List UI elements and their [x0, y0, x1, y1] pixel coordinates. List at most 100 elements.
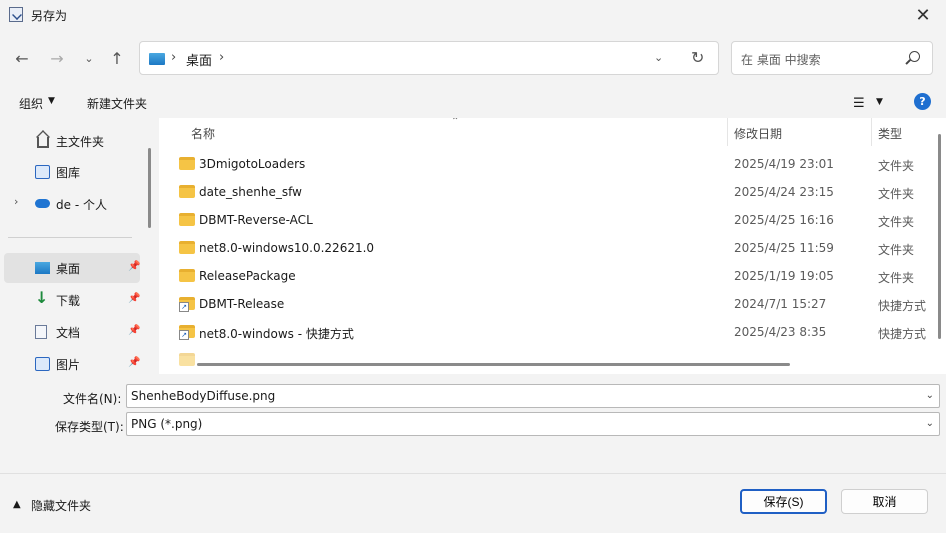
sidebar-item-desktop[interactable]: 桌面 📌: [4, 253, 140, 283]
sidebar-item-label: 文档: [56, 326, 81, 340]
column-header-name[interactable]: 名称: [191, 125, 215, 153]
folder-icon: [179, 241, 195, 254]
pin-icon: 📌: [128, 293, 141, 304]
file-name: date_shenhe_sfw: [199, 185, 302, 199]
file-type: 文件夹: [878, 271, 915, 285]
window-title: 另存为: [31, 9, 68, 23]
filetype-select[interactable]: PNG (*.png) ⌄: [126, 412, 940, 436]
folder-icon: [179, 213, 195, 226]
filetype-value[interactable]: PNG (*.png): [131, 417, 202, 431]
recent-locations-chevron-icon[interactable]: ⌄: [78, 46, 100, 70]
command-toolbar: 组织 ▼ 新建文件夹 ☰ ▼ ?: [0, 86, 946, 118]
sort-arrow-icon: ⌃: [451, 118, 460, 127]
breadcrumb-desktop[interactable]: 桌面: [186, 50, 212, 69]
file-date: 2025/1/19 19:05: [734, 269, 834, 283]
file-row[interactable]: DBMT-Release 2024/7/1 15:27 快捷方式: [159, 290, 946, 318]
breadcrumb-separator[interactable]: ›: [171, 50, 176, 65]
column-divider[interactable]: [727, 118, 728, 146]
refresh-icon[interactable]: ↻: [691, 48, 704, 67]
chevron-down-icon[interactable]: ⌄: [926, 390, 934, 401]
sidebar-item-pictures[interactable]: 图片 📌: [4, 349, 140, 374]
sidebar-item-label: 下载: [56, 294, 81, 308]
close-icon[interactable]: ✕: [900, 0, 946, 30]
filename-label: 文件名(N):: [63, 392, 122, 406]
organize-caret-icon[interactable]: ▼: [48, 96, 55, 106]
folder-icon: [179, 269, 195, 282]
pin-icon: 📌: [128, 325, 141, 336]
pin-icon: 📌: [128, 357, 141, 368]
file-row[interactable]: ReleasePackage 2025/1/19 19:05 文件夹: [159, 262, 946, 290]
expand-chevron-icon[interactable]: ›: [14, 195, 18, 208]
file-row[interactable]: net8.0-windows - 快捷方式 2025/4/23 8:35 快捷方…: [159, 318, 946, 346]
file-row[interactable]: net8.0-windows10.0.22621.0 2025/4/25 11:…: [159, 234, 946, 262]
vertical-scrollbar[interactable]: [938, 134, 941, 339]
save-form: 文件名(N): ShenheBodyDiffuse.png ⌄ 保存类型(T):…: [0, 374, 946, 533]
file-date: 2025/4/25 16:16: [734, 213, 834, 227]
view-options-icon[interactable]: ☰: [853, 96, 865, 111]
file-type: 快捷方式: [878, 299, 927, 313]
file-date: 2025/4/19 23:01: [734, 157, 834, 171]
search-icon[interactable]: [909, 51, 920, 62]
pictures-icon: [35, 357, 50, 371]
filename-combobox[interactable]: ShenheBodyDiffuse.png ⌄: [126, 384, 940, 408]
filetype-label: 保存类型(T):: [55, 420, 124, 434]
folder-icon: [179, 185, 195, 198]
file-type: 文件夹: [878, 159, 915, 173]
column-header-type[interactable]: 类型: [878, 125, 902, 153]
file-date: 2025/4/24 23:15: [734, 185, 834, 199]
navigation-pane: 主文件夹 图库 › de - 个人 桌面 📌 ↓ 下载 📌 文档 📌 图片 📌: [0, 118, 155, 374]
address-bar[interactable]: › 桌面 › ⌄ ↻: [139, 41, 719, 75]
forward-arrow-icon[interactable]: →: [46, 46, 68, 70]
help-icon[interactable]: ?: [914, 93, 931, 110]
file-name: net8.0-windows10.0.22621.0: [199, 241, 375, 255]
file-type: 文件夹: [878, 215, 915, 229]
sidebar-item-home[interactable]: 主文件夹: [4, 126, 140, 156]
folder-icon: [179, 353, 195, 366]
save-button[interactable]: 保存(S): [740, 489, 827, 514]
search-input[interactable]: 在 桌面 中搜索: [741, 51, 821, 68]
file-name: ReleasePackage: [199, 269, 296, 283]
desktop-icon: [149, 53, 165, 65]
shortcut-folder-icon: [179, 297, 195, 312]
address-dropdown-chevron-icon[interactable]: ⌄: [654, 51, 663, 64]
sidebar-item-label: de - 个人: [56, 198, 107, 212]
file-row-partial[interactable]: [159, 346, 946, 374]
chevron-down-icon[interactable]: ⌄: [926, 418, 934, 429]
file-type: 快捷方式: [878, 327, 927, 341]
footer-divider: [0, 473, 946, 474]
file-date: 2024/7/1 15:27: [734, 297, 827, 311]
file-date: 2025/4/23 8:35: [734, 325, 827, 339]
file-row[interactable]: date_shenhe_sfw 2025/4/24 23:15 文件夹: [159, 178, 946, 206]
sidebar-item-onedrive[interactable]: › de - 个人: [4, 189, 140, 219]
search-box[interactable]: 在 桌面 中搜索: [731, 41, 933, 75]
up-arrow-icon[interactable]: ↑: [106, 46, 128, 70]
onedrive-icon: [35, 199, 50, 208]
sidebar-item-label: 桌面: [56, 262, 81, 276]
title-bar: 另存为 ✕: [0, 0, 946, 30]
organize-button[interactable]: 组织: [19, 95, 43, 112]
sidebar-item-downloads[interactable]: ↓ 下载 📌: [4, 285, 140, 315]
hide-folders-toggle[interactable]: 隐藏文件夹: [31, 497, 91, 514]
file-name: net8.0-windows - 快捷方式: [199, 327, 354, 341]
file-list: ⌃ 名称 修改日期 类型 3DmigotoLoaders 2025/4/19 2…: [159, 118, 946, 374]
sidebar-item-documents[interactable]: 文档 📌: [4, 317, 140, 347]
sidebar-divider: [8, 237, 132, 238]
file-row[interactable]: DBMT-Reverse-ACL 2025/4/25 16:16 文件夹: [159, 206, 946, 234]
back-arrow-icon[interactable]: ←: [11, 46, 33, 70]
chevron-up-icon[interactable]: ▲: [13, 499, 21, 510]
save-dialog-icon: [9, 7, 23, 22]
folder-icon: [179, 157, 195, 170]
column-divider[interactable]: [871, 118, 872, 146]
file-name: 3DmigotoLoaders: [199, 157, 306, 171]
sidebar-scrollbar[interactable]: [148, 148, 151, 228]
file-row[interactable]: 3DmigotoLoaders 2025/4/19 23:01 文件夹: [159, 150, 946, 178]
filename-input[interactable]: ShenheBodyDiffuse.png: [131, 389, 275, 403]
cancel-button[interactable]: 取消: [841, 489, 928, 514]
view-options-caret-icon[interactable]: ▼: [876, 97, 883, 107]
new-folder-button[interactable]: 新建文件夹: [87, 95, 147, 112]
sidebar-item-gallery[interactable]: 图库: [4, 157, 140, 187]
breadcrumb-separator[interactable]: ›: [219, 50, 224, 65]
column-header-date[interactable]: 修改日期: [734, 125, 782, 153]
horizontal-scrollbar[interactable]: [197, 363, 790, 366]
file-date: 2025/4/25 11:59: [734, 241, 834, 255]
